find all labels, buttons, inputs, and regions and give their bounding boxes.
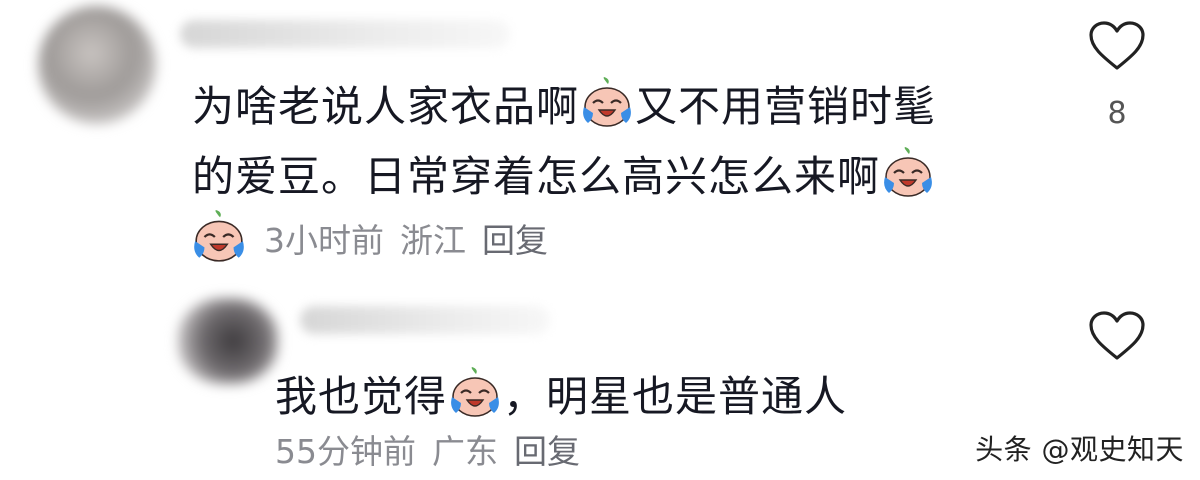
comment-location: 广东	[432, 432, 498, 471]
avatar[interactable]	[178, 298, 278, 384]
comment-text-part: ，明星也是普通人	[503, 372, 848, 421]
reply-button[interactable]: 回复	[514, 430, 580, 474]
comment-text: 我也觉得 ，明星也是普通人	[275, 362, 975, 432]
comment-location: 浙江	[400, 221, 466, 260]
like-count: 8	[1107, 96, 1127, 131]
crying-emoji-icon	[581, 77, 633, 129]
avatar[interactable]	[38, 6, 156, 124]
comment-text-part: 的爱豆。日常穿着怎么高兴怎么来啊	[192, 152, 881, 201]
comment-text-part: 我也觉得	[275, 372, 448, 421]
comment-time: 55分钟前	[275, 432, 416, 471]
username-blurred[interactable]	[180, 20, 510, 48]
comment-text-part: 为啥老说人家衣品啊	[192, 82, 580, 131]
comment-text-part: 又不用营销时髦	[635, 82, 937, 131]
reply-button[interactable]: 回复	[482, 219, 548, 263]
comment-meta: 55分钟前 广东 回复	[275, 430, 596, 474]
comment-item: 为啥老说人家衣品啊 又不用营销时髦 的爱豆。日常穿着怎么高兴怎么来啊 3小时前 浙江…	[0, 0, 1200, 280]
heart-outline-icon[interactable]	[1088, 310, 1146, 362]
like-button[interactable]: 8	[1088, 20, 1146, 131]
like-button[interactable]	[1088, 310, 1146, 362]
comment-text: 为啥老说人家衣品啊 又不用营销时髦 的爱豆。日常穿着怎么高兴怎么来啊	[192, 72, 1022, 212]
watermark: 头条 @观史知天	[975, 433, 1184, 466]
crying-emoji-icon	[192, 210, 246, 264]
heart-outline-icon[interactable]	[1088, 20, 1146, 72]
comment-meta: 3小时前 浙江 回复	[192, 210, 564, 264]
crying-emoji-icon	[449, 367, 501, 419]
comment-time: 3小时前	[264, 221, 384, 260]
crying-emoji-icon	[882, 147, 934, 199]
username-blurred[interactable]	[300, 306, 550, 334]
